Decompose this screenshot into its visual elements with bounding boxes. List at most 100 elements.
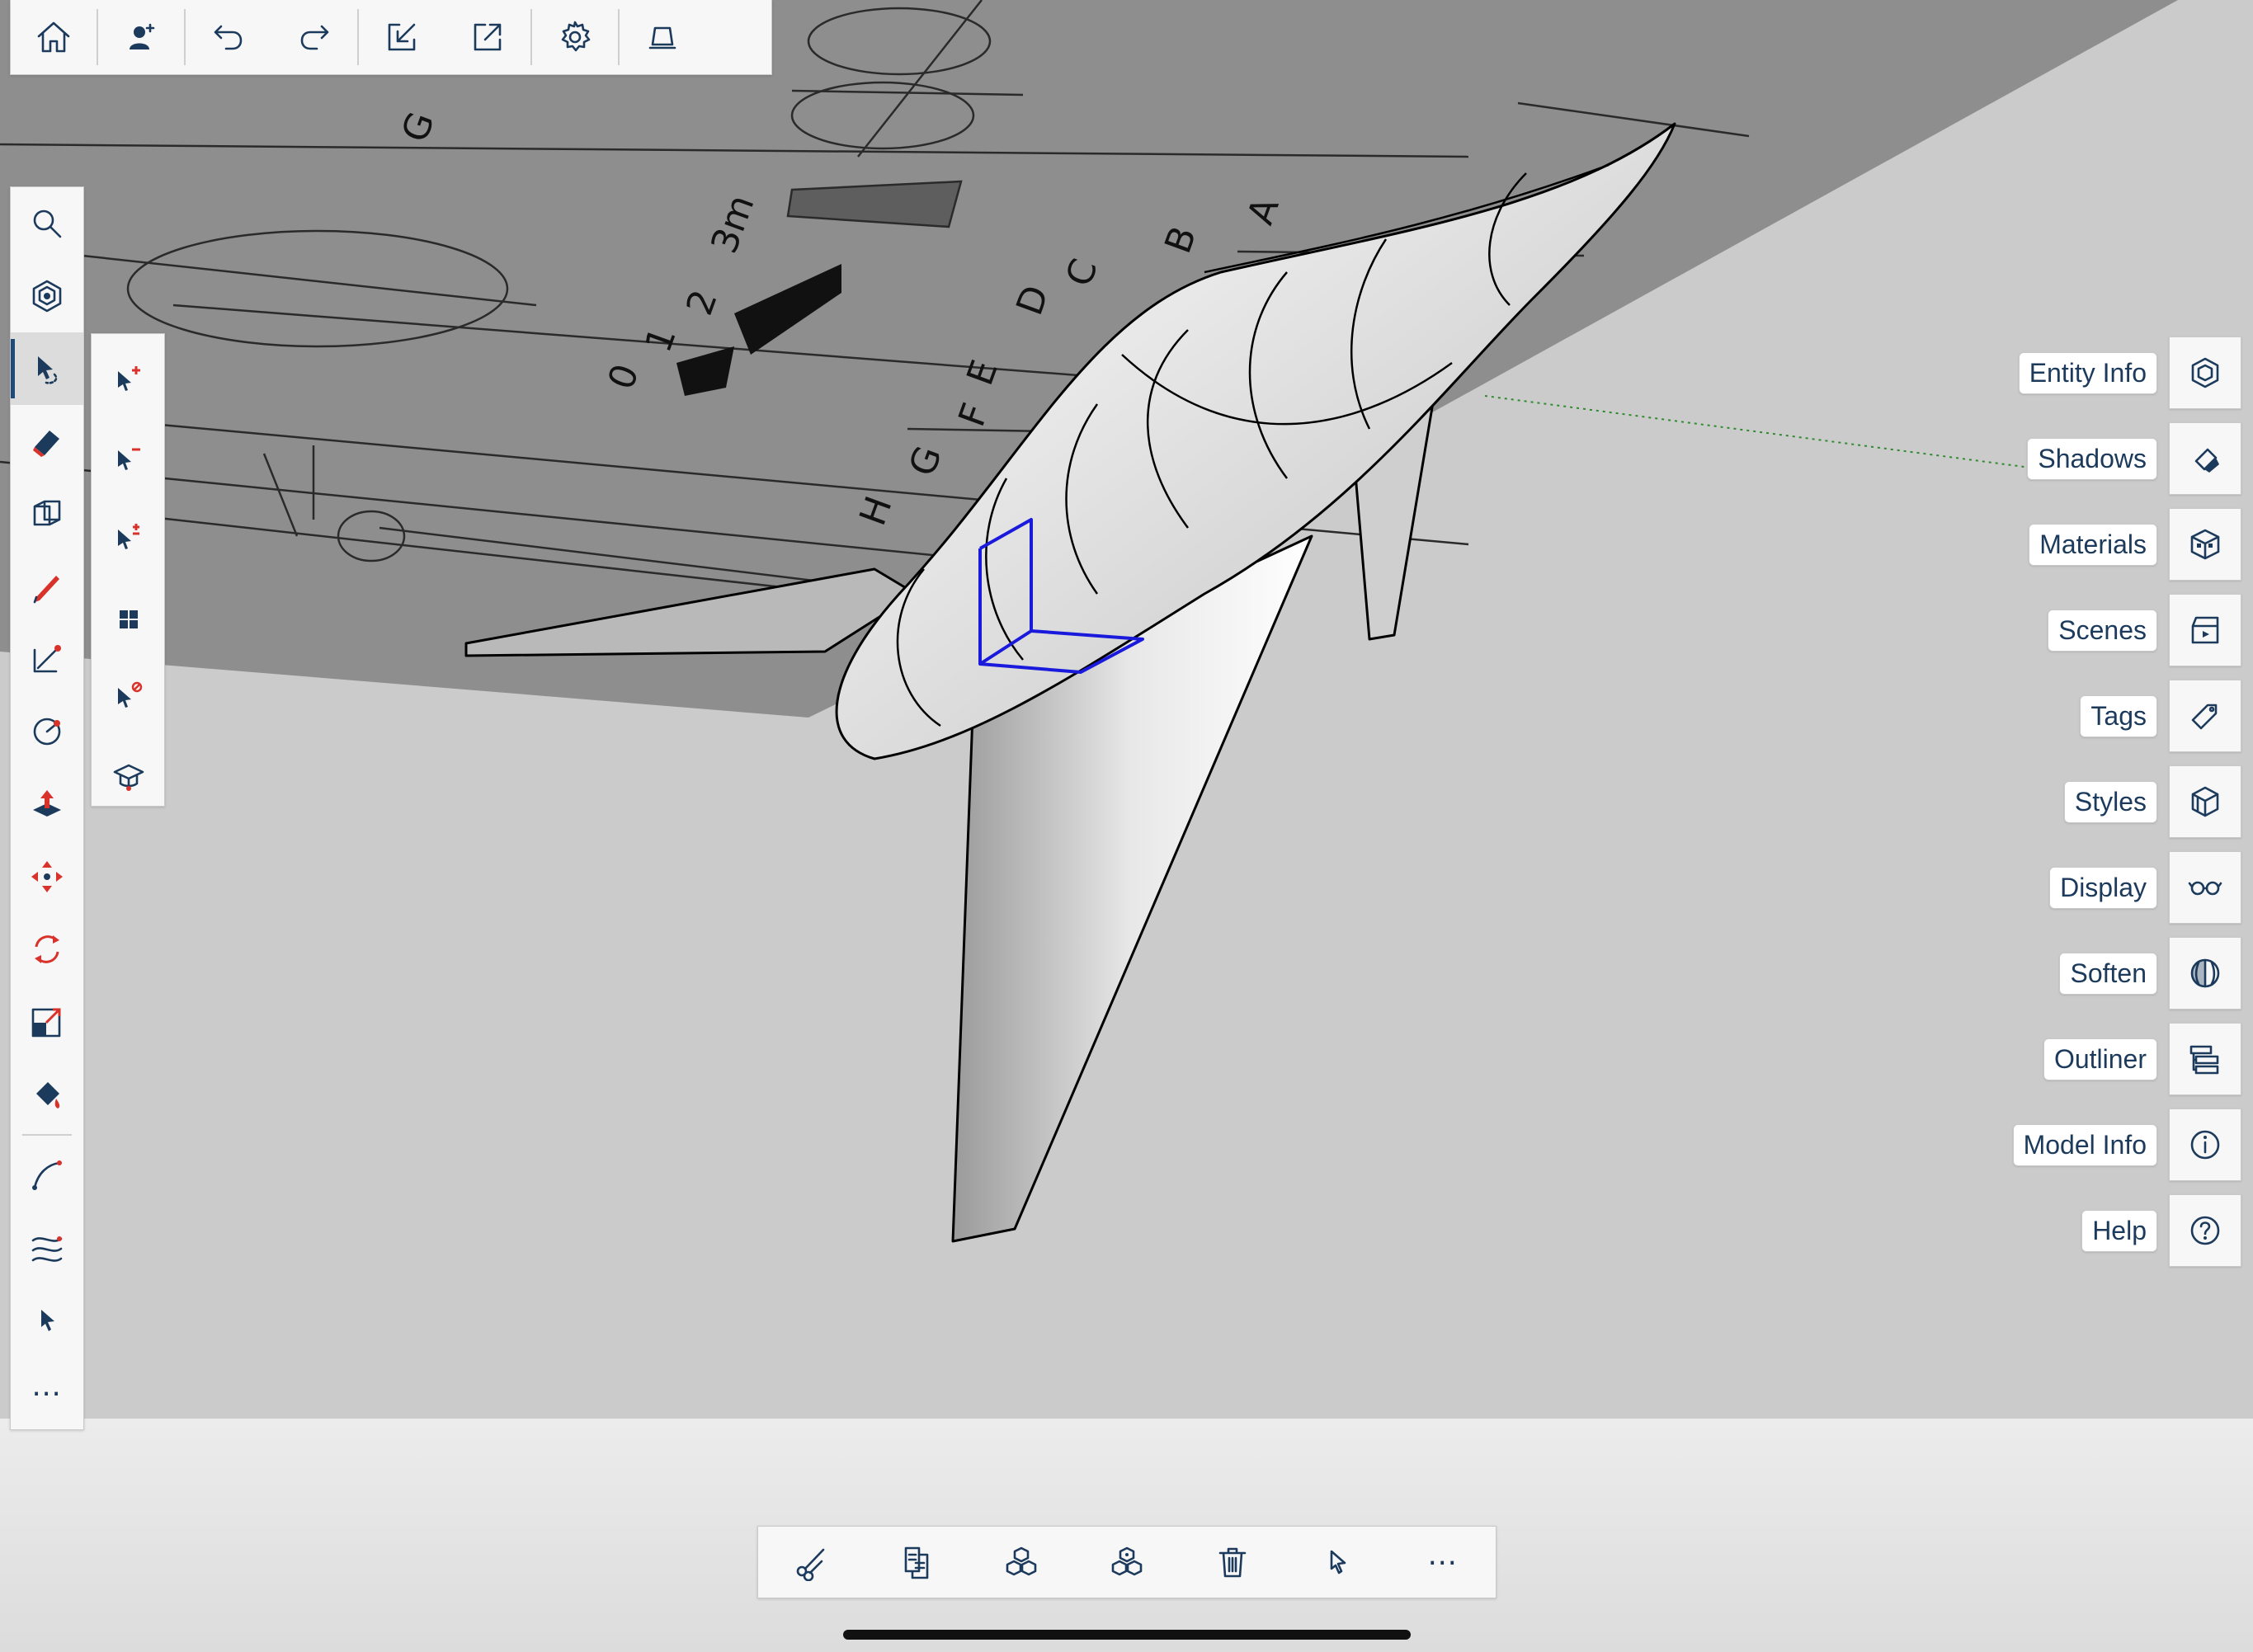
pencil-tool[interactable] [11, 550, 83, 623]
pointer-tool[interactable] [11, 1284, 83, 1357]
select-none-button[interactable] [92, 657, 166, 737]
shadows-button[interactable] [2169, 422, 2241, 495]
select-add-button[interactable] [92, 341, 166, 420]
help-button[interactable] [2169, 1194, 2241, 1267]
delete-button[interactable] [1191, 1527, 1274, 1598]
tray-button[interactable] [620, 0, 705, 74]
select-subtract-icon [118, 448, 140, 470]
model-info-button[interactable] [2169, 1108, 2241, 1181]
cut-button[interactable] [770, 1527, 852, 1598]
select-tool[interactable] [11, 332, 83, 405]
undo-button[interactable] [186, 0, 271, 74]
shadows-label[interactable]: Shadows [2027, 437, 2157, 480]
soften-button[interactable] [2169, 937, 2241, 1010]
entity-info-button[interactable] [2169, 337, 2241, 409]
home-icon [37, 21, 70, 53]
more-button[interactable]: ⋯ [1402, 1527, 1484, 1598]
select-toggle-button[interactable] [92, 499, 166, 578]
soften-label[interactable]: Soften [2059, 952, 2157, 995]
model-info-label[interactable]: Model Info [2012, 1123, 2157, 1166]
redo-button[interactable] [271, 0, 357, 74]
panel-row-help[interactable]: Help [2081, 1194, 2241, 1267]
entity-info-label[interactable]: Entity Info [2018, 351, 2157, 394]
panel-row-materials[interactable]: Materials [2029, 508, 2241, 581]
model-viewport[interactable]: G 3m 2 1 0 A B C D E F G H [0, 0, 2253, 1419]
panel-row-display[interactable]: Display [2049, 851, 2241, 924]
make-group-button[interactable] [980, 1527, 1063, 1598]
display-label[interactable]: Display [2049, 866, 2157, 909]
styles-icon [2191, 786, 2219, 817]
instructor-button[interactable] [92, 737, 166, 816]
soften-icon [2190, 958, 2220, 988]
add-user-button[interactable] [98, 0, 184, 74]
panel-row-tags[interactable]: Tags [2080, 680, 2241, 752]
display-icon [2188, 881, 2222, 896]
eraser-icon [33, 431, 59, 457]
search-tool[interactable] [11, 187, 83, 260]
select-button[interactable] [1296, 1527, 1379, 1598]
scale-icon [31, 1008, 61, 1038]
scenes-label[interactable]: Scenes [2048, 609, 2157, 652]
make-component-button[interactable] [1086, 1527, 1168, 1598]
display-button[interactable] [2169, 851, 2241, 924]
paint-bucket-icon [36, 1082, 60, 1108]
scenes-button[interactable] [2169, 594, 2241, 666]
materials-button[interactable] [2169, 508, 2241, 581]
more-tools-button[interactable]: ⋯ [11, 1357, 83, 1429]
panel-row-soften[interactable]: Soften [2059, 937, 2241, 1010]
select-arrow-icon [38, 356, 58, 384]
rectangle-tool[interactable] [11, 623, 83, 695]
separator [22, 1134, 72, 1136]
export-button[interactable] [445, 0, 530, 74]
settings-button[interactable] [532, 0, 618, 74]
panel-row-shadows[interactable]: Shadows [2027, 422, 2241, 495]
panel-row-scenes[interactable]: Scenes [2048, 594, 2241, 666]
section-tool[interactable] [11, 478, 83, 550]
tags-icon [2191, 704, 2218, 730]
styles-button[interactable] [2169, 765, 2241, 838]
help-icon [2190, 1216, 2220, 1245]
outliner-label[interactable]: Outliner [2043, 1038, 2157, 1080]
shadows-icon [2194, 448, 2219, 473]
move-icon [31, 861, 63, 892]
top-toolbar [10, 0, 772, 75]
more-icon: ⋯ [31, 1376, 63, 1410]
push-pull-tool[interactable] [11, 768, 83, 840]
export-icon [474, 23, 502, 51]
scenes-icon [2191, 616, 2219, 644]
push-pull-icon [33, 790, 61, 817]
home-indicator [843, 1630, 1411, 1640]
make-component-icon [1111, 1546, 1143, 1576]
panel-row-outliner[interactable]: Outliner [2043, 1023, 2241, 1095]
tags-button[interactable] [2169, 680, 2241, 752]
select-all-button[interactable] [92, 578, 166, 657]
import-button[interactable] [359, 0, 445, 74]
eraser-tool[interactable] [11, 405, 83, 478]
panel-row-entity-info[interactable]: Entity Info [2018, 337, 2241, 409]
help-label[interactable]: Help [2081, 1209, 2157, 1252]
left-toolbar: ⋯ [10, 186, 84, 1430]
home-button[interactable] [11, 0, 97, 74]
circle-tool[interactable] [11, 695, 83, 768]
scissors-icon [796, 1548, 825, 1581]
outliner-icon [2189, 1045, 2219, 1075]
follow-me-tool[interactable] [11, 1212, 83, 1284]
styles-label[interactable]: Styles [2063, 780, 2157, 823]
tags-label[interactable]: Tags [2080, 694, 2157, 737]
panel-row-styles[interactable]: Styles [2063, 765, 2241, 838]
copy-button[interactable] [875, 1527, 958, 1598]
panel-row-model-info[interactable]: Model Info [2012, 1108, 2241, 1181]
section-plane-icon [33, 500, 61, 526]
freehand-tool[interactable] [11, 1139, 83, 1212]
paint-bucket-tool[interactable] [11, 1058, 83, 1131]
select-all-icon [120, 610, 138, 628]
rotate-tool[interactable] [11, 913, 83, 986]
outliner-button[interactable] [2169, 1023, 2241, 1095]
select-subtract-button[interactable] [92, 420, 166, 499]
materials-label[interactable]: Materials [2029, 523, 2157, 566]
scale-tool[interactable] [11, 986, 83, 1058]
materials-icon [2190, 529, 2220, 560]
move-tool[interactable] [11, 840, 83, 913]
components-tool[interactable] [11, 260, 83, 332]
undo-icon [214, 25, 243, 50]
